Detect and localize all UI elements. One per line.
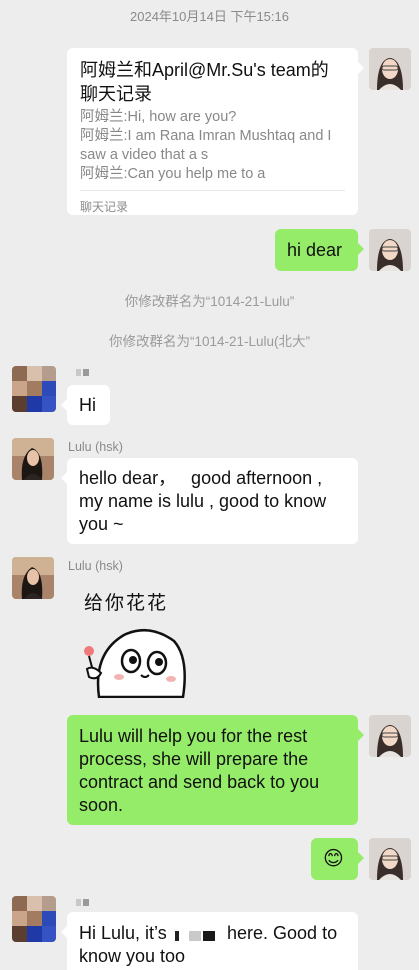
sticker-message[interactable]: 给你花花 (74, 585, 204, 700)
lulu-avatar-icon (12, 557, 54, 599)
woman-avatar-icon (369, 715, 411, 757)
self-avatar[interactable] (369, 48, 411, 90)
woman-avatar-icon (369, 838, 411, 880)
lulu-avatar-icon (12, 438, 54, 480)
lulu-avatar[interactable] (12, 557, 54, 599)
lulu-avatar[interactable] (12, 438, 54, 480)
chat-record-card[interactable]: 阿姆兰和April@Mr.Su's team的 聊天记录 阿姆兰:Hi, how… (67, 48, 364, 215)
message-text: hi dear (287, 240, 343, 260)
self-avatar[interactable] (369, 229, 411, 271)
message-text-part: Hi Lulu, it’s (79, 923, 167, 943)
redacted-name (175, 928, 227, 942)
chat-record-title-line2: 聊天记录 (80, 84, 152, 104)
smile-emoji-icon: 😊 (323, 846, 344, 870)
system-message: 你修改群名为“1014-21-Lulu(北大” (108, 334, 311, 349)
sender-name: Lulu (hsk) (68, 440, 123, 454)
card-divider (80, 190, 345, 191)
woman-avatar-icon (369, 229, 411, 271)
chat-record-preview-line: 阿姆兰:I am Rana Imran Mushtaq and I (80, 128, 332, 144)
other-avatar[interactable] (12, 366, 56, 412)
message-text-line: you ~ (79, 514, 124, 534)
system-message: 你修改群名为“1014-21-Lulu” (124, 294, 295, 309)
pixelated-avatar-icon (12, 896, 56, 942)
message-text-line: know you too (79, 946, 186, 966)
other-message-bubble[interactable]: Hi (61, 385, 110, 425)
chat-record-preview-line: 阿姆兰:Can you help me to a (80, 166, 266, 182)
chat-timestamp: 2024年10月14日 下午15:16 (130, 9, 289, 24)
self-message-bubble[interactable]: Lulu will help you for the rest process,… (67, 715, 364, 825)
sender-name: Lulu (hsk) (68, 559, 123, 573)
self-message-bubble[interactable]: hi dear (275, 229, 364, 271)
cartoon-sticker-icon (84, 628, 186, 698)
self-avatar[interactable] (369, 838, 411, 880)
message-text-line: process, she will prepare the (79, 749, 309, 769)
other-avatar[interactable] (12, 896, 56, 942)
sticker-caption: 给你花花 (84, 592, 169, 614)
other-message-bubble[interactable]: hello dear， good afternoon , my name is … (61, 458, 358, 544)
woman-avatar-icon (369, 48, 411, 90)
chat-record-preview-line: saw a video that a s (80, 147, 209, 163)
message-text-line: soon. (79, 795, 124, 815)
message-text: Hi (79, 395, 96, 415)
message-text-line: my name is lulu , good to know (79, 491, 327, 511)
other-message-bubble[interactable]: Hi Lulu, it’s here. Good to know you too (61, 912, 358, 970)
pixelated-avatar-icon (12, 366, 56, 412)
chat-record-footer: 聊天记录 (80, 200, 129, 214)
redacted-sender-name (76, 369, 94, 377)
message-text-part: here. Good to (227, 923, 338, 943)
chat-record-preview-line: 阿姆兰:Hi, how are you? (80, 109, 237, 125)
chat-record-title-line1: 阿姆兰和April@Mr.Su's team的 (80, 60, 329, 80)
message-text-line: contract and send back to you (79, 772, 320, 792)
message-text-line: hello dear， good afternoon , (79, 468, 323, 488)
self-emoji-bubble[interactable]: 😊 (311, 838, 364, 880)
message-text-line: Lulu will help you for the rest (79, 726, 308, 746)
redacted-sender-name (76, 899, 94, 907)
self-avatar[interactable] (369, 715, 411, 757)
